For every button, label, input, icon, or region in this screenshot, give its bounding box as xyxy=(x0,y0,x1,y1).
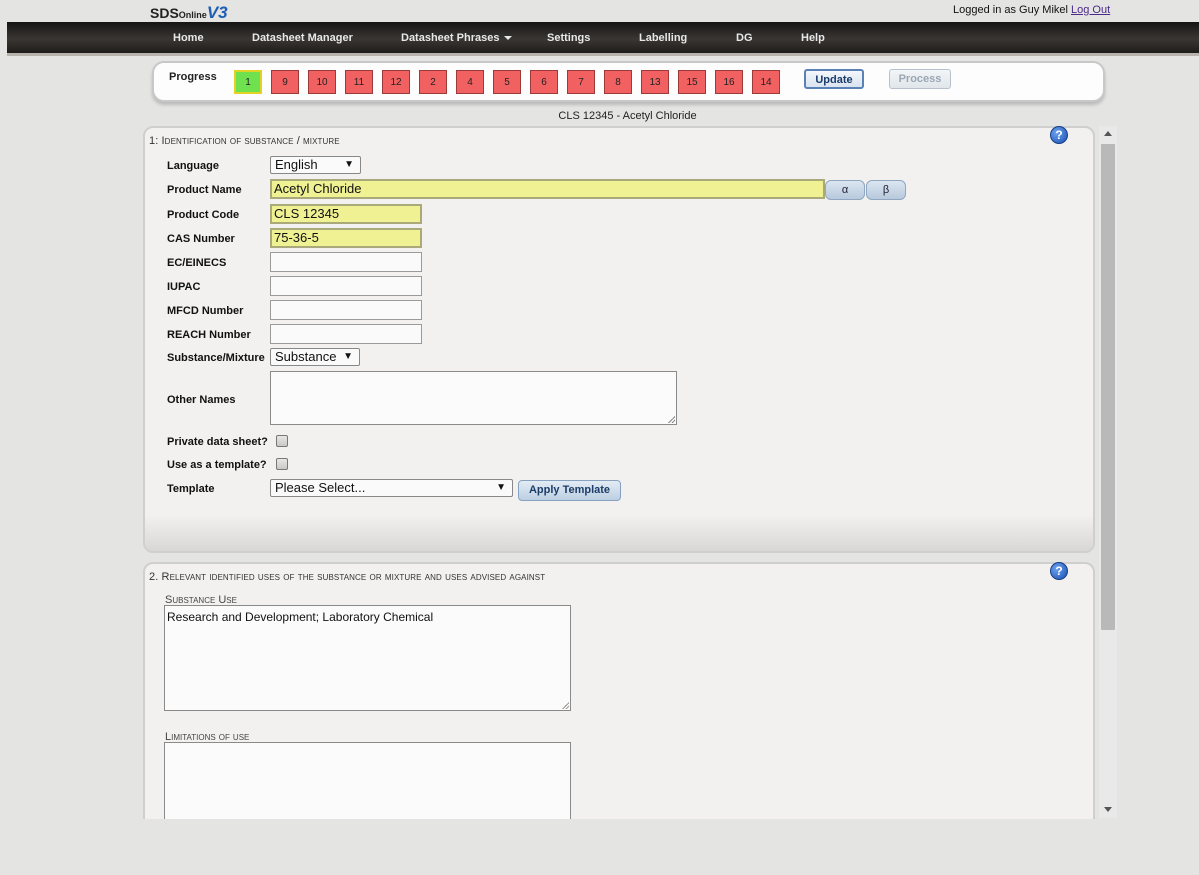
nav-datasheet-manager[interactable]: Datasheet Manager xyxy=(252,32,353,44)
logo-v3: V3 xyxy=(206,3,228,22)
private-datasheet-checkbox[interactable] xyxy=(276,435,288,447)
use-as-template-checkbox[interactable] xyxy=(276,458,288,470)
dropdown-arrow-icon: ▼ xyxy=(496,482,506,493)
product-name-input[interactable]: Acetyl Chloride xyxy=(270,179,825,199)
substance-mixture-select[interactable]: Substance ▼ xyxy=(270,348,360,366)
progress-step-6[interactable]: 6 xyxy=(530,70,558,94)
progress-step-7[interactable]: 7 xyxy=(567,70,595,94)
other-names-textarea[interactable] xyxy=(270,371,677,425)
language-value: English xyxy=(275,157,318,172)
dropdown-arrow-icon: ▼ xyxy=(343,351,353,362)
product-name-label: Product Name xyxy=(167,184,242,196)
reach-number-input[interactable] xyxy=(270,324,422,344)
document-title: CLS 12345 - Acetyl Chloride xyxy=(558,110,697,122)
app-logo[interactable]: SDSOnlineV3 xyxy=(150,3,228,23)
nav-help[interactable]: Help xyxy=(801,32,825,44)
use-as-template-label: Use as a template? xyxy=(167,459,267,471)
section-footer xyxy=(145,515,1093,551)
form-content: 1: Identification of substance / mixture… xyxy=(143,124,1095,819)
progress-step-11[interactable]: 11 xyxy=(345,70,373,94)
nav-home[interactable]: Home xyxy=(173,32,204,44)
login-status: Logged in as Guy Mikel Log Out xyxy=(953,4,1110,16)
ec-einecs-label: EC/EINECS xyxy=(167,257,227,269)
apply-template-button[interactable]: Apply Template xyxy=(518,480,621,501)
nav-dg[interactable]: DG xyxy=(736,32,753,44)
process-button[interactable]: Process xyxy=(889,69,951,89)
progress-step-9[interactable]: 9 xyxy=(271,70,299,94)
nav-datasheet-phrases[interactable]: Datasheet Phrases xyxy=(401,32,513,44)
substance-use-value: Research and Development; Laboratory Che… xyxy=(167,610,434,624)
cas-number-input[interactable]: 75-36-5 xyxy=(270,228,422,248)
top-bar: SDSOnlineV3 Logged in as Guy Mikel Log O… xyxy=(0,0,1199,22)
update-button[interactable]: Update xyxy=(804,69,864,89)
limitations-textarea[interactable] xyxy=(164,742,571,819)
progress-step-16[interactable]: 16 xyxy=(715,70,743,94)
chevron-down-icon xyxy=(504,36,513,41)
help-icon[interactable]: ? xyxy=(1050,562,1068,580)
template-value: Please Select... xyxy=(275,480,366,495)
product-code-input[interactable]: CLS 12345 xyxy=(270,204,422,224)
vertical-scrollbar[interactable] xyxy=(1099,126,1117,818)
reach-number-label: REACH Number xyxy=(167,329,251,341)
private-datasheet-label: Private data sheet? xyxy=(167,436,268,448)
logo-online: Online xyxy=(178,10,207,20)
progress-step-8[interactable]: 8 xyxy=(604,70,632,94)
template-label: Template xyxy=(167,483,215,495)
cas-number-label: CAS Number xyxy=(167,233,235,245)
progress-step-13[interactable]: 13 xyxy=(641,70,669,94)
alpha-button[interactable]: α xyxy=(825,180,865,200)
help-icon[interactable]: ? xyxy=(1050,126,1068,144)
progress-label: Progress xyxy=(169,71,217,83)
mfcd-number-label: MFCD Number xyxy=(167,305,244,317)
section-relevant-uses: 2. Relevant identified uses of the subst… xyxy=(143,562,1095,819)
progress-step-1[interactable]: 1 xyxy=(234,70,262,94)
progress-step-15[interactable]: 15 xyxy=(678,70,706,94)
progress-step-5[interactable]: 5 xyxy=(493,70,521,94)
section-identification: 1: Identification of substance / mixture… xyxy=(143,126,1095,553)
substance-use-textarea[interactable]: Research and Development; Laboratory Che… xyxy=(164,605,571,711)
logout-link[interactable]: Log Out xyxy=(1071,4,1110,16)
resize-grip-icon[interactable] xyxy=(562,702,569,709)
progress-step-2[interactable]: 2 xyxy=(419,70,447,94)
substance-mixture-label: Substance/Mixture xyxy=(167,352,265,364)
language-select[interactable]: English ▼ xyxy=(270,156,361,174)
nav-datasheet-phrases-label: Datasheet Phrases xyxy=(401,32,500,44)
progress-step-10[interactable]: 10 xyxy=(308,70,336,94)
scroll-down-arrow-icon[interactable] xyxy=(1104,807,1112,812)
iupac-input[interactable] xyxy=(270,276,422,296)
section-title: 1: Identification of substance / mixture xyxy=(149,135,340,147)
progress-step-12[interactable]: 12 xyxy=(382,70,410,94)
progress-step-14[interactable]: 14 xyxy=(752,70,780,94)
nav-settings[interactable]: Settings xyxy=(547,32,590,44)
product-code-label: Product Code xyxy=(167,209,240,221)
template-select[interactable]: Please Select... ▼ xyxy=(270,479,513,497)
scroll-thumb[interactable] xyxy=(1101,144,1115,630)
progress-step-4[interactable]: 4 xyxy=(456,70,484,94)
progress-panel: Progress 1 9 10 11 12 2 4 5 6 7 8 13 15 16 14 Update P… xyxy=(152,61,1105,102)
logo-sds: SDS xyxy=(150,5,179,21)
main-nav: Home Datasheet Manager Datasheet Phrases… xyxy=(7,22,1199,56)
section-title: 2. Relevant identified uses of the subst… xyxy=(149,571,546,583)
login-text: Logged in as Guy Mikel xyxy=(953,4,1068,16)
language-label: Language xyxy=(167,160,219,172)
resize-grip-icon[interactable] xyxy=(668,416,675,423)
beta-button[interactable]: β xyxy=(866,180,906,200)
substance-mixture-value: Substance xyxy=(275,349,337,364)
dropdown-arrow-icon: ▼ xyxy=(344,159,354,170)
scroll-up-arrow-icon[interactable] xyxy=(1104,131,1112,136)
iupac-label: IUPAC xyxy=(167,281,201,293)
ec-einecs-input[interactable] xyxy=(270,252,422,272)
nav-labelling[interactable]: Labelling xyxy=(639,32,687,44)
other-names-label: Other Names xyxy=(167,394,236,406)
mfcd-number-input[interactable] xyxy=(270,300,422,320)
